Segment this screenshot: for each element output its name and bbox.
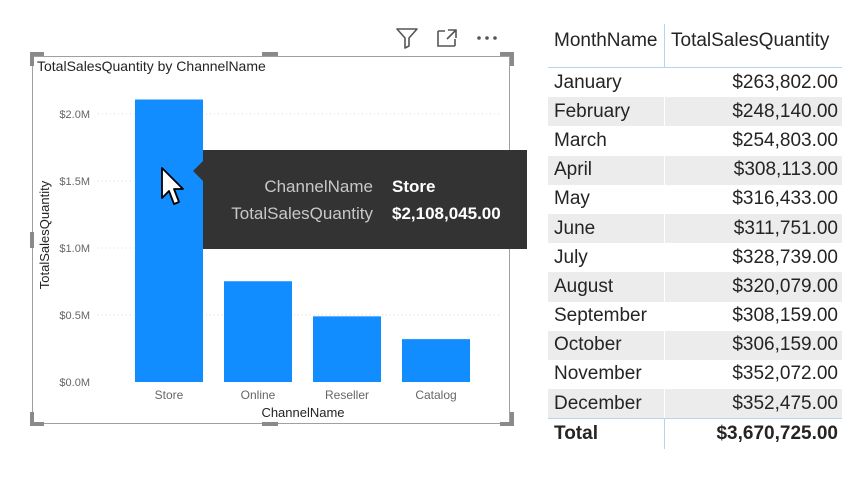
cell-month: June bbox=[548, 213, 665, 244]
cell-month: November bbox=[548, 359, 665, 390]
cell-total-sales: $306,159.00 bbox=[732, 334, 838, 356]
table-row[interactable]: March $254,803.00 bbox=[548, 126, 842, 156]
table-row[interactable]: December $352,475.00 bbox=[548, 389, 842, 419]
x-tick-label: Reseller bbox=[325, 388, 369, 402]
table-row[interactable]: July $328,739.00 bbox=[548, 243, 842, 273]
cell-total-sales: $328,739.00 bbox=[732, 246, 838, 268]
column-header-total-sales[interactable]: TotalSalesQuantity bbox=[665, 24, 842, 67]
x-axis-title: ChannelName bbox=[261, 405, 344, 420]
cell-month: August bbox=[548, 272, 665, 302]
cell-total-sales: $248,140.00 bbox=[732, 100, 838, 122]
mouse-cursor-icon bbox=[160, 166, 186, 213]
cell-total-sales: $316,433.00 bbox=[732, 188, 838, 210]
bar-online[interactable] bbox=[224, 281, 292, 382]
cell-total-sales: $352,072.00 bbox=[732, 363, 838, 385]
tooltip-value-quantity: $2,108,045.00 bbox=[392, 204, 501, 223]
x-tick-label: Store bbox=[155, 388, 184, 402]
table-row[interactable]: January $263,802.00 bbox=[548, 68, 842, 98]
tooltip-key-quantity: TotalSalesQuantity bbox=[231, 204, 373, 223]
bar-reseller[interactable] bbox=[313, 316, 381, 382]
y-tick-label: $2.0M bbox=[59, 109, 90, 121]
cell-total-sales: $254,803.00 bbox=[732, 129, 838, 151]
cell-total-sales: $311,751.00 bbox=[733, 217, 838, 239]
total-value: $3,670,725.00 bbox=[716, 423, 838, 445]
cell-month: July bbox=[548, 243, 665, 273]
tooltip-value-channel: Store bbox=[392, 177, 436, 196]
cell-month: March bbox=[548, 126, 665, 156]
bar-store[interactable] bbox=[135, 99, 203, 382]
tooltip-key-channel: ChannelName bbox=[264, 177, 373, 196]
table-body: January $263,802.00 February $248,140.00 Mar… bbox=[548, 68, 842, 419]
table-row[interactable]: August $320,079.00 bbox=[548, 272, 842, 302]
cell-total-sales: $263,802.00 bbox=[732, 71, 838, 93]
month-sales-table: MonthName TotalSalesQuantity January $263… bbox=[548, 24, 842, 450]
cell-month: May bbox=[548, 184, 665, 214]
cell-month: January bbox=[548, 68, 665, 98]
y-tick-label: $1.5M bbox=[59, 176, 90, 188]
cell-month: September bbox=[548, 301, 665, 331]
table-row[interactable]: June $311,751.00 bbox=[548, 213, 842, 244]
bar-catalog[interactable] bbox=[402, 339, 470, 382]
table-row[interactable]: May $316,433.00 bbox=[548, 184, 842, 214]
cell-total-sales: $308,113.00 bbox=[733, 159, 838, 181]
cell-month: February bbox=[548, 97, 665, 127]
total-label: Total bbox=[548, 419, 665, 450]
table-row[interactable]: November $352,072.00 bbox=[548, 359, 842, 390]
cell-total-sales: $308,159.00 bbox=[732, 305, 838, 327]
y-tick-label: $0.0M bbox=[59, 377, 90, 389]
y-tick-label: $0.5M bbox=[59, 310, 90, 322]
table-row[interactable]: February $248,140.00 bbox=[548, 97, 842, 127]
cell-month: April bbox=[548, 155, 665, 185]
table-header-row: MonthName TotalSalesQuantity bbox=[548, 24, 842, 68]
table-row[interactable]: September $308,159.00 bbox=[548, 301, 842, 331]
x-tick-label: Online bbox=[241, 388, 276, 402]
cell-total-sales: $352,475.00 bbox=[732, 392, 838, 414]
table-total-row: Total $3,670,725.00 bbox=[548, 418, 842, 450]
cell-total-sales: $320,079.00 bbox=[732, 275, 838, 297]
chart-tooltip: ChannelName Store TotalSalesQuantity $2,… bbox=[193, 150, 527, 249]
y-axis-title: TotalSalesQuantity bbox=[37, 180, 52, 289]
column-header-month[interactable]: MonthName bbox=[548, 24, 665, 67]
x-tick-label: Catalog bbox=[415, 388, 456, 402]
table-row[interactable]: October $306,159.00 bbox=[548, 330, 842, 360]
table-row[interactable]: April $308,113.00 bbox=[548, 155, 842, 185]
cell-month: December bbox=[548, 389, 665, 419]
cell-month: October bbox=[548, 330, 665, 360]
y-tick-label: $1.0M bbox=[59, 243, 90, 255]
